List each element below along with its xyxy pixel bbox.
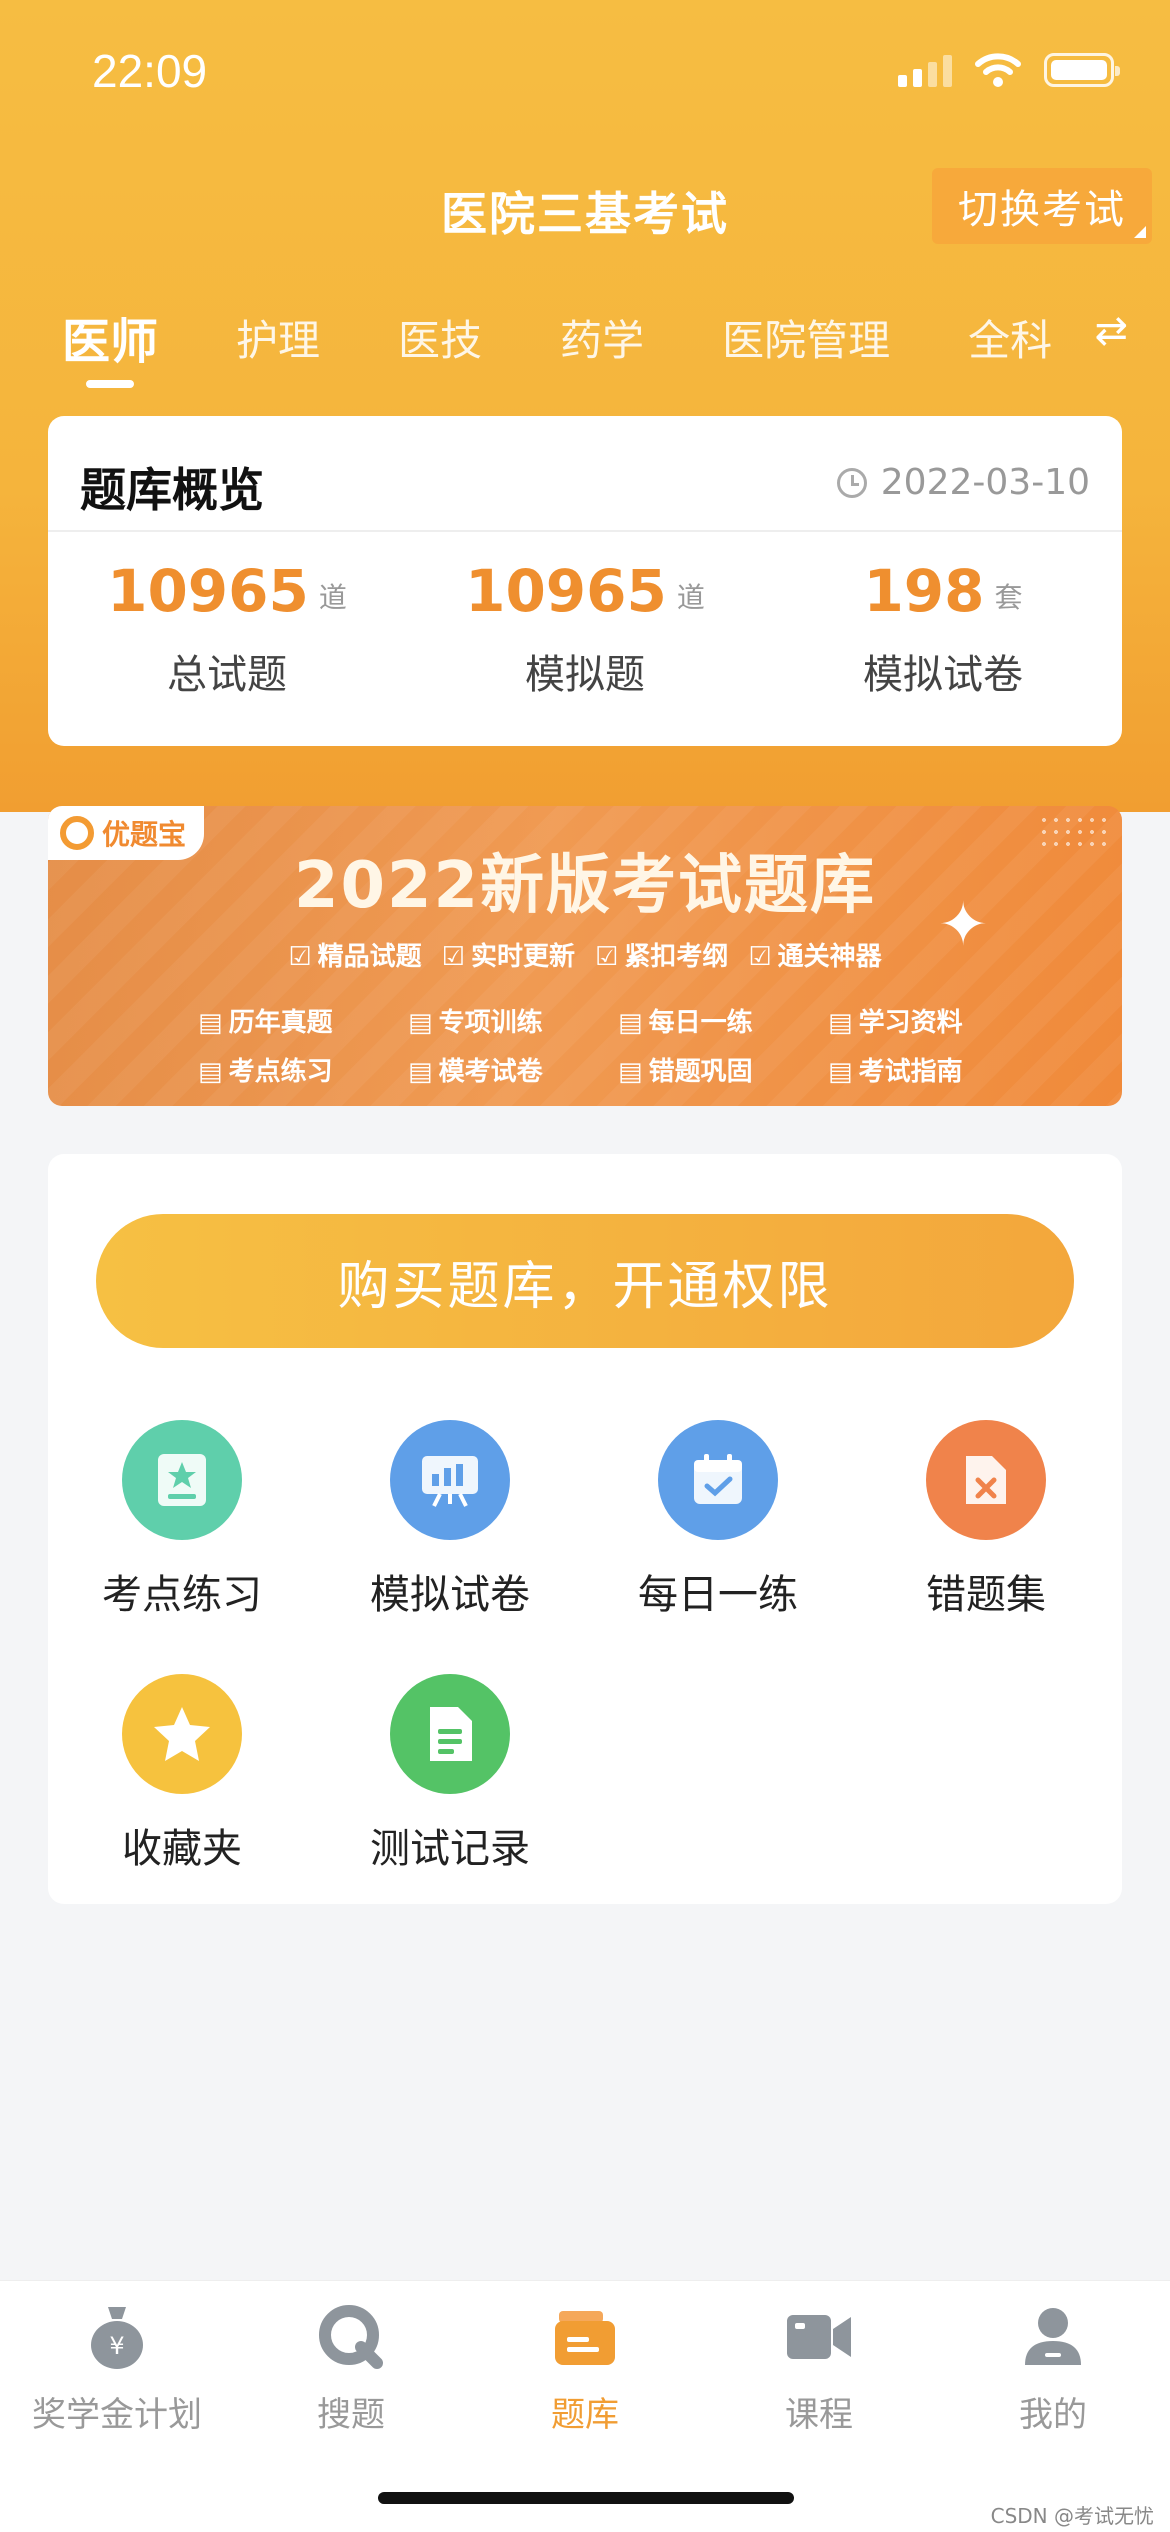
stat-value: 198 [863,557,985,625]
stat-papers[interactable]: 198 套 模拟试卷 [764,562,1122,700]
nav-label: 我的 [1019,2395,1087,2435]
star-icon [122,1674,242,1794]
overview-title: 题库概览 [80,463,264,517]
feature-test-records[interactable]: 测试记录 [340,1674,560,1874]
question-bank-icon [468,2301,702,2373]
presentation-chart-icon [390,1420,510,1540]
nav-label: 搜题 [317,2395,385,2435]
tab-nursing[interactable]: 护理 [236,307,320,368]
nav-question-bank[interactable]: 题库 [468,2301,702,2436]
stat-unit: 道 [676,581,705,614]
banner-grid-item: 考点练习 [198,1051,408,1088]
watermark: CSDN @考试无忧 [990,2504,1154,2528]
feature-label: 测试记录 [370,1826,530,1872]
banner-tag: 精品试题 [288,936,422,973]
banner-grid-item: 专项训练 [408,1002,618,1039]
nav-label: 奖学金计划 [32,2395,202,2435]
banner-grid-item: 每日一练 [618,1002,828,1039]
banner-grid-item: 学习资料 [828,1002,1028,1039]
banner-grid-item: 模考试卷 [408,1051,618,1088]
tab-medical-tech[interactable]: 医技 [398,307,482,368]
feature-favorites[interactable]: 收藏夹 [72,1674,292,1874]
nav-search[interactable]: 搜题 [234,2301,468,2436]
search-icon [234,2301,468,2373]
wifi-icon [975,53,1021,87]
money-bag-icon: ¥ [0,2301,234,2373]
feature-daily-practice[interactable]: 每日一练 [608,1420,828,1620]
divider [48,530,1122,532]
overview-card: 题库概览 2022-03-10 10965 道 总试题 10965 道 模拟题 … [48,416,1122,746]
category-tabs: 医师 护理 医技 药学 医院管理 全科 [62,302,1130,388]
features-card: 购买题库，开通权限 考点练习 模拟试卷 每日一练 错题集 收藏夹 测试记录 [48,1154,1122,1904]
banner-grid-item: 历年真题 [198,1002,408,1039]
battery-icon [1044,53,1120,87]
stat-label: 模拟试卷 [863,652,1023,698]
stat-simulated[interactable]: 10965 道 模拟题 [406,562,764,700]
stat-total[interactable]: 10965 道 总试题 [48,562,406,700]
tab-doctor[interactable]: 医师 [62,302,158,388]
feature-label: 考点练习 [102,1572,262,1618]
nav-scholarship[interactable]: ¥ 奖学金计划 [0,2301,234,2436]
banner-tag: 通关神器 [748,936,882,973]
star-book-icon [122,1420,242,1540]
nav-profile[interactable]: 我的 [936,2301,1170,2436]
switch-exam-button[interactable]: 切换考试 [932,168,1152,244]
banner-tag: 实时更新 [442,936,575,973]
stat-value: 10965 [465,557,667,625]
nav-label: 课程 [785,2395,853,2435]
signal-icon [898,53,952,87]
status-icons [898,52,1120,88]
tab-hospital-management[interactable]: 医院管理 [722,307,890,368]
stat-label: 模拟题 [525,652,645,698]
home-indicator[interactable] [378,2492,794,2504]
banner-feature-grid: 历年真题 专项训练 每日一练 学习资料 考点练习 模考试卷 错题巩固 考试指南 [198,1002,1028,1088]
feature-mock-papers[interactable]: 模拟试卷 [340,1420,560,1620]
banner-grid-item: 考试指南 [828,1051,1028,1088]
switch-exam-label: 切换考试 [958,187,1126,233]
feature-label: 错题集 [926,1572,1046,1618]
calendar-check-icon [658,1420,778,1540]
feature-label: 收藏夹 [122,1826,242,1872]
stat-unit: 道 [318,581,347,614]
profile-icon [936,2301,1170,2373]
banner-tag: 紧扣考纲 [595,936,728,973]
feature-wrong-questions[interactable]: 错题集 [876,1420,1096,1620]
clock-icon [836,467,867,498]
stat-value: 10965 [107,557,309,625]
overview-date: 2022-03-10 [836,462,1090,503]
swap-icon[interactable]: ⇄ [1094,308,1128,354]
svg-text:¥: ¥ [109,2332,124,2360]
nav-label: 题库 [551,2395,619,2435]
feature-label: 每日一练 [638,1572,798,1618]
banner-grid-item: 错题巩固 [618,1051,828,1088]
feature-label: 模拟试卷 [370,1572,530,1618]
error-folder-icon [926,1420,1046,1540]
stat-label: 总试题 [167,652,287,698]
tab-pharmacy[interactable]: 药学 [560,307,644,368]
overview-date-text: 2022-03-10 [880,462,1090,503]
video-camera-icon [702,2301,936,2373]
document-icon [390,1674,510,1794]
buy-question-bank-button[interactable]: 购买题库，开通权限 [96,1214,1074,1348]
nav-courses[interactable]: 课程 [702,2301,936,2436]
feature-key-points[interactable]: 考点练习 [72,1420,292,1620]
stat-unit: 套 [994,581,1023,614]
status-time: 22:09 [92,45,208,97]
tab-general[interactable]: 全科 [968,307,1052,368]
promo-banner[interactable]: 优题宝 2022新版考试题库 ✦ 精品试题 实时更新 紧扣考纲 通关神器 历年真… [48,806,1122,1106]
banner-tags: 精品试题 实时更新 紧扣考纲 通关神器 [48,936,1122,973]
